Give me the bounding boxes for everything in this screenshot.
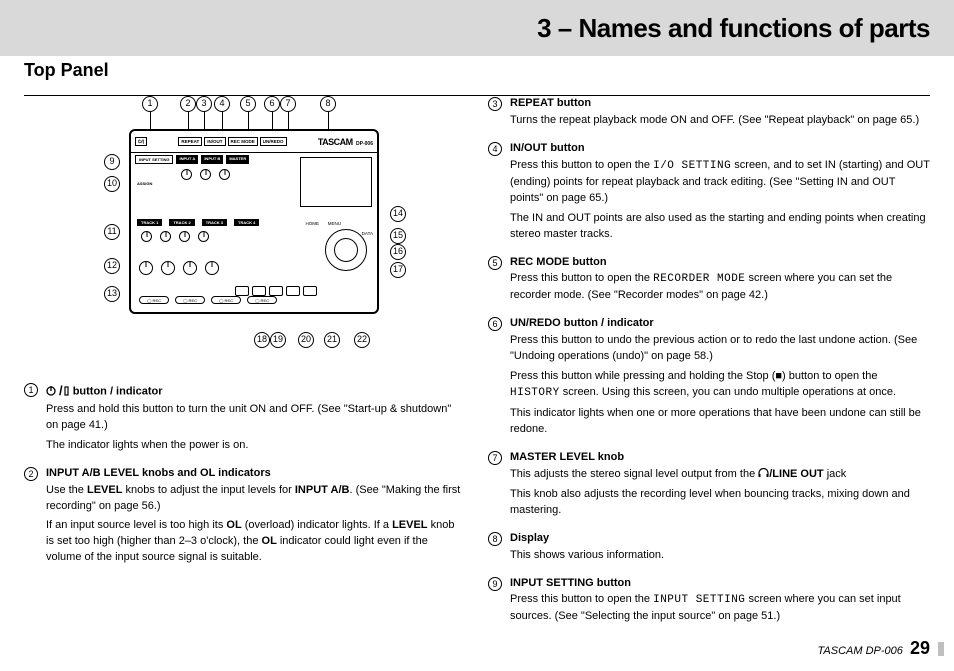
callout-7: 7: [280, 96, 296, 112]
section-title: Top Panel: [24, 60, 954, 81]
level-knob-3: [183, 261, 197, 275]
callout-21: 21: [324, 332, 340, 348]
item-4: 4 IN/OUT button Press this button to ope…: [488, 141, 930, 247]
unredo-btn-graphic: UN/REDO: [260, 137, 287, 146]
callout-11: 11: [104, 224, 120, 240]
item-title: / button / indicator: [46, 382, 464, 401]
item-title: INPUT A/B LEVEL knobs and OL indicators: [46, 466, 464, 482]
item-3: 3 REPEAT button Turns the repeat playbac…: [488, 96, 930, 133]
ff-btn: [252, 286, 266, 296]
callout-8: 8: [320, 96, 336, 112]
rew-btn: [235, 286, 249, 296]
callout-20: 20: [298, 332, 314, 348]
callout-5: 5: [240, 96, 256, 112]
pan-knob-1: [141, 231, 152, 242]
level-knob-4: [205, 261, 219, 275]
callout-4: 4: [214, 96, 230, 112]
power-icon: /: [46, 382, 70, 401]
callout-19: 19: [270, 332, 286, 348]
item-number: 1: [24, 383, 38, 397]
rec-btn-3: ◯ REC: [211, 296, 241, 304]
chapter-header: 3 – Names and functions of parts: [0, 0, 954, 56]
inout-btn-graphic: IN/OUT: [204, 137, 225, 146]
page-footer: TASCAM DP-006 29: [818, 638, 930, 659]
callout-13: 13: [104, 286, 120, 302]
callout-12: 12: [104, 258, 120, 274]
brand-label: TASCAM: [318, 137, 353, 147]
stop-btn: [269, 286, 283, 296]
chapter-title: 3 – Names and functions of parts: [537, 13, 930, 44]
play-btn: [286, 286, 300, 296]
item-2: 2 INPUT A/B LEVEL knobs and OL indicator…: [24, 466, 464, 571]
master-level-knob: [219, 169, 230, 180]
item-number: 2: [24, 467, 38, 481]
top-panel-diagram: 1 2 3 4 5 6 7 8 9 10 11 12 13 14 15 16 1…: [54, 96, 434, 356]
page-tab-mark: [938, 642, 944, 656]
item-9: 9 INPUT SETTING button Press this button…: [488, 576, 930, 630]
device-outline: ⏻/| REPEAT IN/OUT REC MODE UN/REDO TASCA…: [129, 129, 379, 314]
item-8: 8 Display This shows various information…: [488, 531, 930, 568]
item-6: 6 UN/REDO button / indicator Press this …: [488, 316, 930, 442]
callout-16: 16: [390, 244, 406, 260]
product-footer: TASCAM DP-006: [818, 645, 903, 657]
column-left: 1 2 3 4 5 6 7 8 9 10 11 12 13 14 15 16 1…: [24, 96, 464, 637]
repeat-btn-graphic: REPEAT: [178, 137, 202, 146]
callout-2: 2: [180, 96, 196, 112]
callout-22: 22: [354, 332, 370, 348]
display-graphic: [300, 157, 372, 207]
power-button-graphic: ⏻/|: [135, 137, 147, 146]
model-label: DP-006: [356, 141, 373, 147]
callout-17: 17: [390, 262, 406, 278]
column-right: 3 REPEAT button Turns the repeat playbac…: [488, 96, 930, 637]
callout-14: 14: [390, 206, 406, 222]
pan-knob-2: [160, 231, 171, 242]
callout-6: 6: [264, 96, 280, 112]
item-1: 1 / button / indicator Press and hold th…: [24, 382, 464, 458]
rec-btn: [303, 286, 317, 296]
page-number: 29: [910, 638, 930, 658]
item-7: 7 MASTER LEVEL knob This adjusts the ste…: [488, 450, 930, 523]
pan-knob-4: [198, 231, 209, 242]
item-5: 5 REC MODE button Press this button to o…: [488, 255, 930, 309]
item-para: If an input source level is too high its…: [46, 518, 464, 566]
callout-18: 18: [254, 332, 270, 348]
level-knob-2: [161, 261, 175, 275]
rec-btn-1: ◯ REC: [139, 296, 169, 304]
input-a-level-knob: [181, 169, 192, 180]
item-para: Use the LEVEL knobs to adjust the input …: [46, 483, 464, 515]
rec-btn-2: ◯ REC: [175, 296, 205, 304]
level-knob-1: [139, 261, 153, 275]
recmode-btn-graphic: REC MODE: [228, 137, 258, 146]
callout-10: 10: [104, 176, 120, 192]
rec-btn-4: ◯ REC: [247, 296, 277, 304]
callout-9: 9: [104, 154, 120, 170]
callout-1: 1: [142, 96, 158, 112]
input-b-level-knob: [200, 169, 211, 180]
content-columns: 1 2 3 4 5 6 7 8 9 10 11 12 13 14 15 16 1…: [0, 96, 954, 637]
callout-15: 15: [390, 228, 406, 244]
callout-3: 3: [196, 96, 212, 112]
headphone-icon: [758, 468, 769, 480]
pan-knob-3: [179, 231, 190, 242]
